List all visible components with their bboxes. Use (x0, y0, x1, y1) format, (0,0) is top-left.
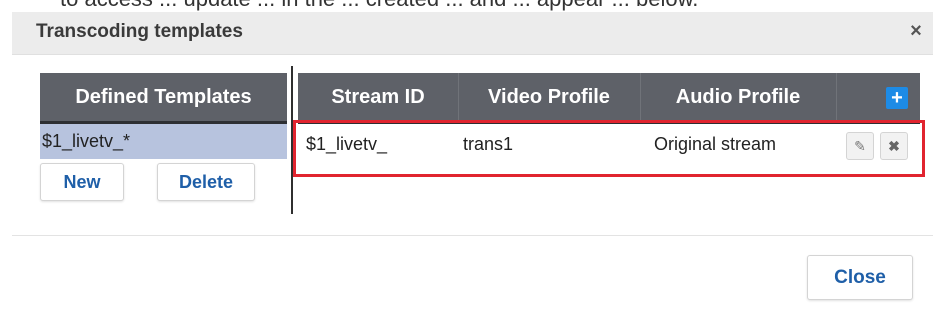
column-header-stream-id: Stream ID (331, 85, 425, 108)
cell-audio-profile: Original stream (654, 134, 777, 154)
table-row[interactable]: $1_livetv_ trans1 Original stream ✎ ✖ (298, 124, 920, 168)
dialog-titlebar: Transcoding templates × (12, 12, 933, 55)
background-page-text: to access ... update ... in the ... crea… (60, 0, 698, 12)
panel-divider (291, 66, 293, 214)
column-header-video-profile: Video Profile (488, 85, 610, 108)
add-stream-button[interactable]: + (886, 87, 908, 109)
delete-template-button[interactable]: Delete (157, 163, 255, 201)
dialog-title: Transcoding templates (36, 21, 243, 42)
column-header-audio-profile: Audio Profile (675, 85, 801, 108)
cell-video-profile: trans1 (463, 134, 514, 154)
cell-stream-id: $1_livetv_ (306, 134, 388, 154)
close-icon[interactable]: × (905, 19, 927, 43)
delete-row-icon[interactable]: ✖ (880, 132, 908, 160)
new-template-button[interactable]: New (40, 163, 124, 201)
defined-templates-header: Defined Templates (40, 73, 287, 124)
close-button[interactable]: Close (807, 255, 913, 300)
column-separator (836, 73, 837, 121)
template-list-item[interactable]: $1_livetv_* (40, 124, 287, 159)
streams-table-header: Stream ID Video Profile Audio Profile + (298, 73, 920, 124)
footer-divider (12, 235, 933, 236)
edit-icon[interactable]: ✎ (846, 132, 874, 160)
